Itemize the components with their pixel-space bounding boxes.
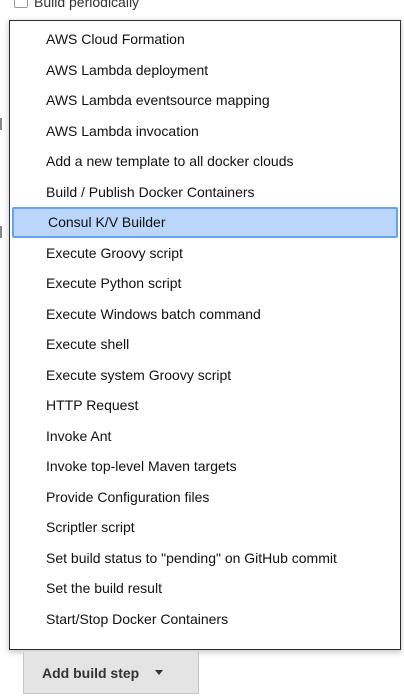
menu-item[interactable]: Set build status to "pending" on GitHub …: [10, 543, 400, 574]
menu-item[interactable]: Start/Stop Docker Containers: [10, 604, 400, 635]
menu-item[interactable]: Add a new template to all docker clouds: [10, 146, 400, 177]
build-periodically-checkbox[interactable]: [14, 0, 28, 8]
menu-item[interactable]: AWS Cloud Formation: [10, 24, 400, 55]
menu-item[interactable]: Execute Windows batch command: [10, 299, 400, 330]
menu-item[interactable]: Provide Configuration files: [10, 482, 400, 513]
background-edge-mark: [0, 118, 2, 130]
add-build-step-label: Add build step: [42, 664, 140, 681]
menu-item[interactable]: AWS Lambda eventsource mapping: [10, 85, 400, 116]
menu-item[interactable]: Set the build result: [10, 573, 400, 604]
menu-item[interactable]: Invoke top-level Maven targets: [10, 451, 400, 482]
background-edge-mark: [0, 226, 2, 238]
menu-item[interactable]: HTTP Request: [10, 390, 400, 421]
menu-item[interactable]: Scriptler script: [10, 512, 400, 543]
menu-item[interactable]: Execute shell: [10, 329, 400, 360]
menu-item[interactable]: Execute system Groovy script: [10, 360, 400, 391]
build-periodically-label: Build periodically: [34, 0, 140, 10]
add-build-step-menu: AWS Cloud Formation AWS Lambda deployment…: [9, 20, 401, 650]
menu-item[interactable]: AWS Lambda invocation: [10, 116, 400, 147]
menu-item[interactable]: Execute Groovy script: [10, 238, 400, 269]
caret-down-icon: [155, 670, 164, 675]
menu-item[interactable]: Consul K/V Builder: [12, 207, 398, 238]
menu-item[interactable]: Build / Publish Docker Containers: [10, 177, 400, 208]
menu-item[interactable]: AWS Lambda deployment: [10, 55, 400, 86]
add-build-step-button[interactable]: Add build step: [23, 652, 199, 694]
menu-item[interactable]: Execute Python script: [10, 268, 400, 299]
menu-item[interactable]: Invoke Ant: [10, 421, 400, 452]
